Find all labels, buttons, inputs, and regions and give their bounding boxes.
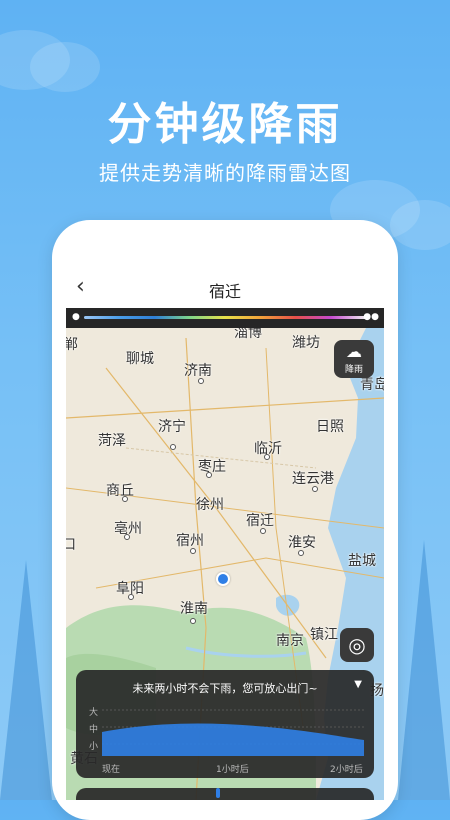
drop-small-icon: ●: [72, 312, 80, 322]
city-marker: [264, 454, 270, 460]
x-tick-1h: 1小时后: [216, 765, 249, 775]
crosshair-icon: ◎: [348, 633, 366, 657]
background-cloud: [390, 200, 450, 250]
current-location-dot: [216, 572, 230, 586]
city-marker: [260, 528, 266, 534]
map-label-nanjing: 南京: [276, 633, 304, 649]
background-cloud: [30, 42, 100, 92]
city-marker: [124, 534, 130, 540]
map-label-heze: 菏泽: [98, 433, 126, 449]
page-title: 宿迁: [208, 282, 241, 301]
timeline-panel[interactable]: [76, 788, 374, 800]
city-marker: [312, 486, 318, 492]
map-label-suqian: 宿迁: [246, 513, 274, 529]
city-marker: [206, 472, 212, 478]
city-marker: [170, 444, 176, 450]
promo-headline: 分钟级降雨: [107, 99, 343, 150]
city-marker: [190, 618, 196, 624]
map-label-zaozhuang: 枣庄: [198, 459, 226, 475]
x-tick-now: 现在: [102, 765, 121, 775]
app-screen: ‹ 宿迁 ● ●● 郸 淄博 潍坊 聊城 济南 青岛 菏泽 济宁 日照 临沂 枣…: [66, 238, 384, 800]
city-marker: [122, 496, 128, 502]
locate-button[interactable]: ◎: [340, 628, 374, 662]
map-label-suzhou: 宿州: [176, 533, 204, 549]
drops-heavy-icon: ●●: [363, 312, 379, 322]
tree-decoration: [0, 560, 52, 800]
rain-intensity-legend: ● ●●: [66, 308, 384, 328]
x-tick-2h: 2小时后: [330, 765, 363, 775]
map-label-rizhao: 日照: [316, 419, 344, 435]
map-label-weifang: 潍坊: [292, 335, 320, 351]
tree-decoration: [398, 540, 450, 800]
city-marker: [298, 550, 304, 556]
cloud-rain-icon: ☁: [346, 342, 362, 361]
map-label-liaocheng: 聊城: [126, 351, 154, 367]
top-bar: ‹ 宿迁: [66, 238, 384, 308]
city-marker: [198, 378, 204, 384]
map-label-lianyungang: 连云港: [292, 471, 334, 487]
map-label-jinan: 济南: [184, 363, 212, 379]
rain-layer-button[interactable]: ☁ 降雨: [334, 340, 374, 378]
city-marker: [190, 548, 196, 554]
timeline-indicator[interactable]: [216, 788, 220, 798]
forecast-panel: 未来两小时不会下雨，您可放心出门~ ▼ 大 中 小 现在 1小时后 2小时后: [76, 670, 374, 778]
map-label-zibo: 淄博: [234, 328, 262, 341]
map-label-yancheng: 盐城: [348, 553, 376, 569]
legend-gradient: [84, 316, 366, 319]
map-label-huaian: 淮安: [288, 535, 316, 551]
precipitation-area: [102, 723, 364, 756]
promo-subline: 提供走势清晰的降雨雷达图: [99, 161, 351, 185]
map-label-xuzhou: 徐州: [196, 497, 224, 513]
map-label-kou: 口: [66, 537, 76, 553]
map-label-jining: 济宁: [158, 419, 186, 435]
city-marker: [128, 594, 134, 600]
map-label-huainan: 淮南: [180, 601, 208, 617]
road: [66, 397, 384, 419]
map-label-zhenjiang: 镇江: [310, 627, 338, 643]
map-label-shangqiu: 商丘: [106, 483, 134, 499]
map-label-郸: 郸: [66, 337, 78, 353]
rain-layer-label: 降雨: [344, 365, 363, 375]
